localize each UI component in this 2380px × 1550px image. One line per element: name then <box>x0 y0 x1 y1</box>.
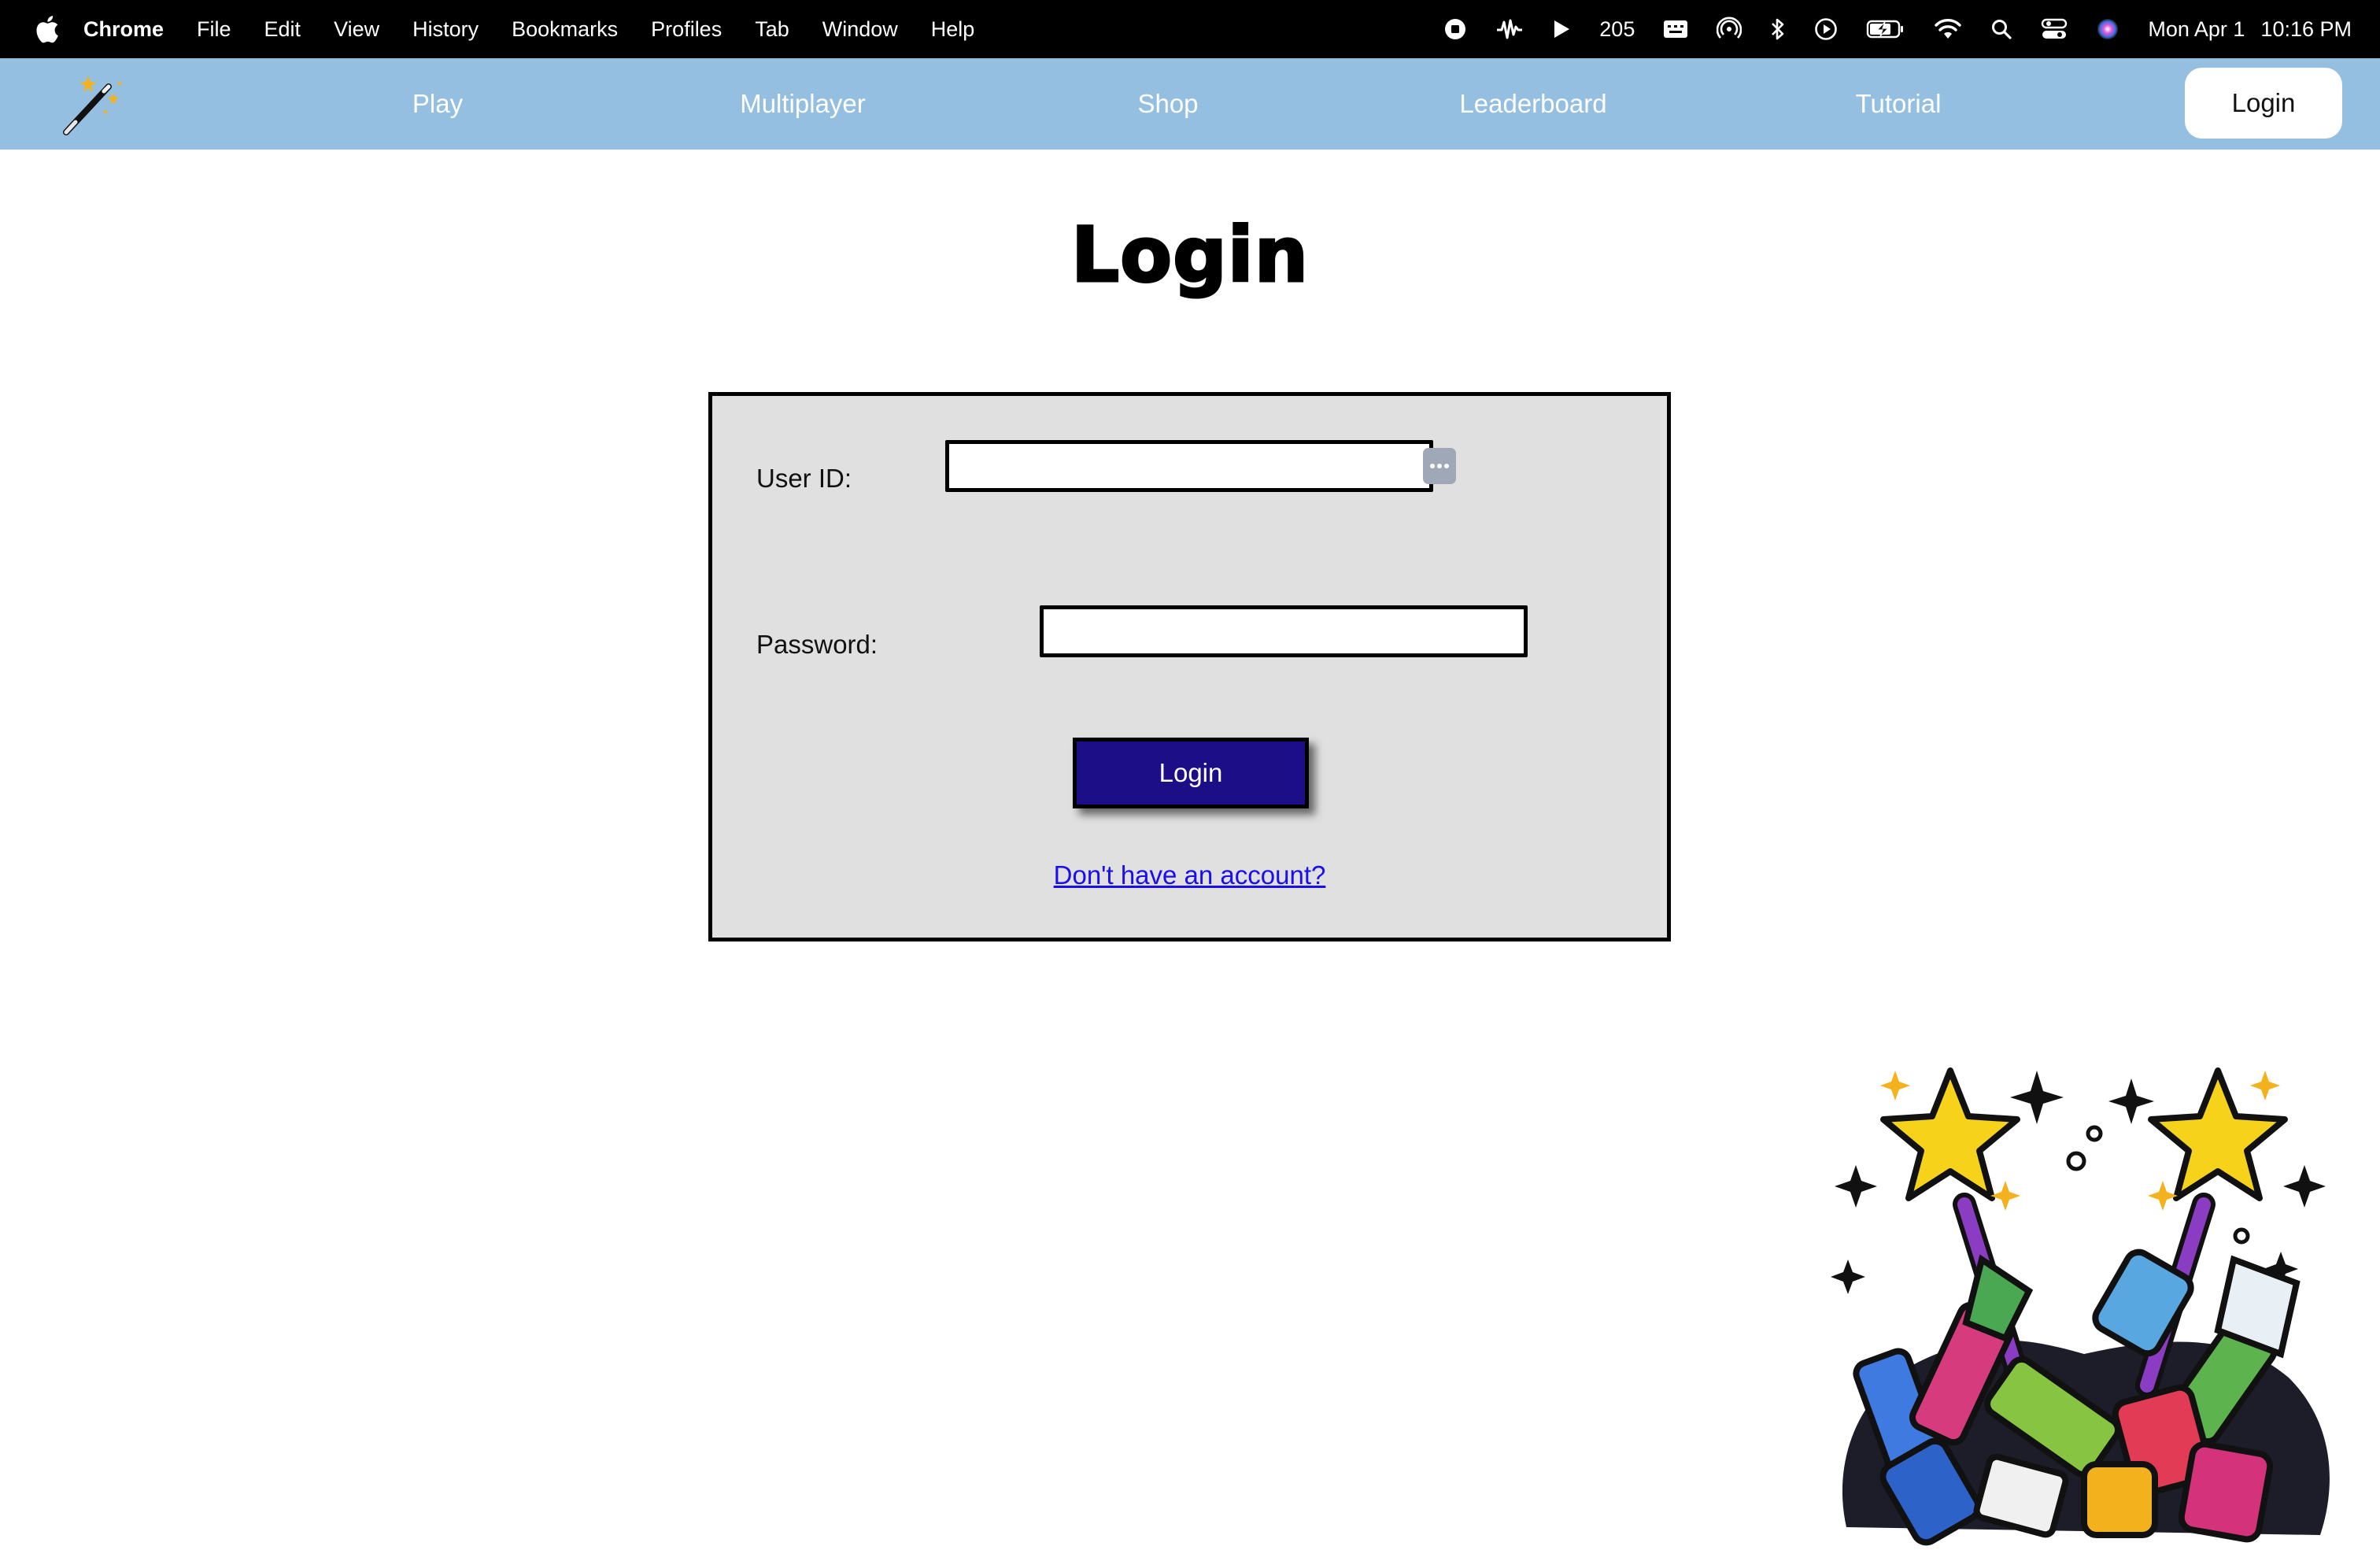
keyboard-icon[interactable] <box>1663 19 1688 39</box>
airdrop-icon[interactable] <box>1717 17 1743 42</box>
control-center-icon[interactable] <box>2041 17 2068 41</box>
user-id-input[interactable] <box>945 440 1433 492</box>
bluetooth-icon[interactable] <box>1770 17 1786 42</box>
nav-leaderboard[interactable]: Leaderboard <box>1459 58 1606 150</box>
audio-waveform-icon[interactable] <box>1495 17 1524 41</box>
magic-wands-trash-illustration <box>1824 1023 2344 1546</box>
page-title: Login <box>1070 210 1310 301</box>
menu-tab[interactable]: Tab <box>755 17 789 42</box>
siri-icon[interactable] <box>2096 17 2119 41</box>
menu-bookmarks[interactable]: Bookmarks <box>512 17 618 42</box>
user-id-label: User ID: <box>756 464 852 493</box>
play-icon[interactable] <box>1552 19 1571 39</box>
menu-window[interactable]: Window <box>822 17 898 42</box>
macos-menu-bar: Chrome File Edit View History Bookmarks … <box>0 0 2380 58</box>
nav-play[interactable]: Play <box>412 58 463 150</box>
site-nav-bar: Play Multiplayer Shop Leaderboard Tutori… <box>0 58 2380 150</box>
nav-login-button[interactable]: Login <box>2185 68 2342 139</box>
menu-history[interactable]: History <box>412 17 479 42</box>
nav-multiplayer[interactable]: Multiplayer <box>740 58 866 150</box>
menubar-time[interactable]: 10:16 PM <box>2260 17 2352 42</box>
menu-edit[interactable]: Edit <box>264 17 301 42</box>
apple-logo-icon[interactable] <box>28 10 66 48</box>
battery-charging-icon[interactable] <box>1866 19 1905 39</box>
status-number: 205 <box>1599 17 1635 41</box>
menu-app-name[interactable]: Chrome <box>83 17 164 42</box>
wifi-icon[interactable] <box>1934 18 1962 40</box>
menubar-date[interactable]: Mon Apr 1 <box>2148 17 2245 42</box>
signup-link[interactable]: Don't have an account? <box>712 860 1667 890</box>
password-manager-icon[interactable] <box>1423 448 1456 484</box>
menu-view[interactable]: View <box>334 17 379 42</box>
menu-profiles[interactable]: Profiles <box>651 17 722 42</box>
spotlight-search-icon[interactable] <box>1990 18 2012 40</box>
nav-tutorial[interactable]: Tutorial <box>1856 58 1942 150</box>
nav-shop[interactable]: Shop <box>1137 58 1198 150</box>
menu-file[interactable]: File <box>197 17 231 42</box>
login-submit-button[interactable]: Login <box>1073 738 1309 808</box>
menu-help[interactable]: Help <box>931 17 975 42</box>
login-form: User ID: Password: Login Don't have an a… <box>708 392 1671 941</box>
magic-wand-logo-icon[interactable] <box>60 71 131 137</box>
screen-record-icon[interactable] <box>1443 17 1467 41</box>
password-label: Password: <box>756 630 878 659</box>
now-playing-icon[interactable] <box>1814 17 1838 41</box>
password-input[interactable] <box>1040 605 1528 657</box>
